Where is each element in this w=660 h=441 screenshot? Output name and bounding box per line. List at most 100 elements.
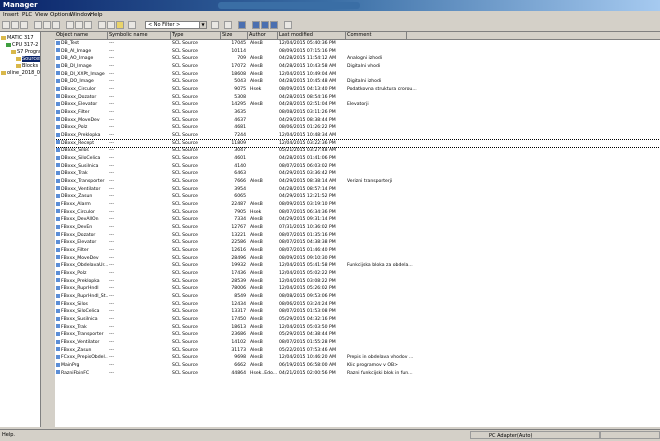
cell-text: AlesB	[250, 332, 263, 338]
table-row[interactable]: FBxxx_Elevator --- SCL Source 22586 AlesB 08/…	[55, 239, 660, 246]
table-row[interactable]: FBxxx_Transporter --- SCL Source 23686 AlesB…	[55, 331, 660, 338]
table-row[interactable]: RazniFbinFC --- SCL Source 44864 Hsek..Edo..…	[55, 370, 660, 377]
table-row[interactable]: DBxxx_Filter --- SCL Source 3635 08/08/2015 …	[55, 109, 660, 116]
offline-icon[interactable]	[84, 21, 92, 29]
project-tree[interactable]: MATIC 317CPU 317-2 PN/DPS7 ProgramSource…	[0, 32, 41, 427]
col-size[interactable]: Size	[221, 32, 248, 39]
table-row[interactable]: DBxxx_Circulor --- SCL Source 9075 Hsek 08/09…	[55, 86, 660, 93]
cell-text: SCL Source	[172, 171, 198, 177]
folder-icon[interactable]	[116, 21, 124, 29]
table-row[interactable]: DBxxx_Recept --- SCL Source 11809 12/04/2015…	[55, 138, 660, 148]
small-icons-icon[interactable]	[107, 21, 115, 29]
table-row[interactable]: DB_Test --- SCL Source 17045 AlesB 12/04/2015…	[55, 40, 660, 47]
download-icon[interactable]	[66, 21, 74, 29]
tree-node[interactable]: oline_2018_05_25	[1, 70, 40, 76]
table-row[interactable]: FBxxx_Susilnica --- SCL Source 17450 AlesB 05…	[55, 316, 660, 323]
tree-node[interactable]: CPU 317-2 PN/DP	[6, 42, 40, 48]
cell-text: AlesB	[250, 294, 263, 300]
online-icon[interactable]	[75, 21, 83, 29]
table-row[interactable]: DBxxx_MoveDev --- SCL Source 4637 04/29/2015…	[55, 117, 660, 124]
table-row[interactable]: DBxxx_Elevator --- SCL Source 14295 AlesB 04/…	[55, 101, 660, 108]
table-row[interactable]: FBxxx_Filter --- SCL Source 12616 AlesB 08/07…	[55, 247, 660, 254]
cell-last-modified: 05/21/2015 03:27:48 AM	[279, 147, 345, 154]
tree-node[interactable]: S7 Program	[11, 49, 40, 55]
cell-author: AlesB	[250, 270, 278, 277]
table-row[interactable]: FBxxx_RuprHndl_St... --- SCL Source 8549 Ale…	[55, 293, 660, 300]
cell-object-name: FBxxx_Zasun	[56, 347, 108, 354]
table-row[interactable]: DBxxx_Susilnica --- SCL Source 4140 08/07/20…	[55, 163, 660, 170]
cell-last-modified: 08/07/2015 01:55:28 PM	[279, 339, 345, 346]
table-row[interactable]: FBxxx_DevAllOn --- SCL Source 7334 AlesB 04/2…	[55, 216, 660, 223]
table-row[interactable]: FBxxx_ObdelavaUr... --- SCL Source 19932 Ale…	[55, 262, 660, 269]
cell-size: 11809	[222, 140, 246, 147]
col-object-name[interactable]: Object name	[55, 32, 108, 39]
filter-settings-icon[interactable]	[211, 21, 219, 29]
object-list[interactable]: Object name Symbolic name Type Size Auth…	[55, 32, 660, 427]
col-type[interactable]: Type	[171, 32, 221, 39]
table-row[interactable]: FBxxx_Alarm --- SCL Source 22487 AlesB 08/09/…	[55, 201, 660, 208]
table-row[interactable]: FCxxx_PrepisObdel... --- SCL Source 9698 Ale…	[55, 354, 660, 361]
copy-icon[interactable]	[43, 21, 51, 29]
table-row[interactable]: FBxxx_Ventilator --- SCL Source 14102 AlesB 0…	[55, 339, 660, 346]
simulation-icon[interactable]	[224, 21, 232, 29]
tile-vertical-icon[interactable]	[270, 21, 278, 29]
tree-node[interactable]: Blocks	[16, 63, 38, 69]
cell-size: 4681	[222, 124, 246, 131]
paste-icon[interactable]	[52, 21, 60, 29]
cell-text: FBxxx_DevAllOn	[61, 217, 99, 223]
table-row[interactable]: FBxxx_RuprHndl --- SCL Source 78006 AlesB 12/…	[55, 285, 660, 292]
menu-window[interactable]: Window	[70, 12, 92, 18]
cell-text: DBxxx_Recept	[61, 140, 95, 146]
tile-horizontal-icon[interactable]	[261, 21, 269, 29]
filter-select[interactable]: < No Filter > ▼	[145, 21, 207, 29]
col-last-modified[interactable]: Last modified	[278, 32, 346, 39]
cascade-icon[interactable]	[252, 21, 260, 29]
cell-text: DB_DI_XXPt_Image	[61, 71, 105, 77]
table-row[interactable]: FBxxx_Polz --- SCL Source 17436 AlesB 12/04/2…	[55, 270, 660, 277]
cell-symbolic-name: ---	[109, 255, 171, 262]
table-row[interactable]: DBxxx_Trak --- SCL Source 6463 04/29/2015 03…	[55, 170, 660, 177]
table-row[interactable]: FBxxx_Dozator --- SCL Source 13221 AlesB 08/0…	[55, 232, 660, 239]
table-row[interactable]: DBxxx_Silos --- SCL Source 3047 05/21/2015 0…	[55, 147, 660, 154]
list-view-icon[interactable]	[128, 21, 136, 29]
table-row[interactable]: FBxxx_Circulor --- SCL Source 7905 Hsek 08/07…	[55, 209, 660, 216]
table-row[interactable]: FBxxx_MoveDev --- SCL Source 28496 AlesB 08/0…	[55, 255, 660, 262]
table-row[interactable]: DBxxx_Dozator --- SCL Source 5308 04/28/2015…	[55, 94, 660, 101]
menu-help[interactable]: Help	[90, 12, 103, 18]
table-row[interactable]: DBxxx_Transporter --- SCL Source 7666 AlesB 0…	[55, 178, 660, 185]
table-row[interactable]: DBxxx_Ventilator --- SCL Source 3954 04/28/2…	[55, 186, 660, 193]
table-row[interactable]: DBxxx_SiloCelica --- SCL Source 4601 04/28/2…	[55, 155, 660, 162]
table-row[interactable]: FBxxx_DevEn --- SCL Source 12767 AlesB 07/31/…	[55, 224, 660, 231]
tree-node[interactable]: Sources	[16, 56, 40, 62]
table-row[interactable]: MainPrg --- SCL Source 6662 AlesB 06/19/2015 …	[55, 362, 660, 369]
chevron-down-icon[interactable]: ▼	[199, 22, 206, 28]
table-row[interactable]: DB_DO_Image --- SCL Source 5043 AlesB 04/28/2…	[55, 78, 660, 85]
col-author[interactable]: Author	[248, 32, 278, 39]
table-row[interactable]: DBxxx_Zasun --- SCL Source 6065 04/29/2015 1…	[55, 193, 660, 200]
table-row[interactable]: DB_AO_Image --- SCL Source 709 AlesB 04/28/20…	[55, 55, 660, 62]
cut-icon[interactable]	[34, 21, 42, 29]
new-icon[interactable]	[2, 21, 10, 29]
table-row[interactable]: FBxxx_Trak --- SCL Source 18613 AlesB 12/04/2…	[55, 324, 660, 331]
table-row[interactable]: DB_DI_XXPt_Image --- SCL Source 18608 AlesB 1…	[55, 71, 660, 78]
table-row[interactable]: DBxxx_Polz --- SCL Source 4681 08/06/2015 01…	[55, 124, 660, 131]
open-icon[interactable]	[11, 21, 19, 29]
table-row[interactable]: FBxxx_Zasun --- SCL Source 31173 AlesB 05/22/…	[55, 347, 660, 354]
tree-node[interactable]: MATIC 317	[1, 35, 34, 41]
table-row[interactable]: FBxxx_Preklopka --- SCL Source 28539 AlesB 12…	[55, 278, 660, 285]
table-row[interactable]: FBxxx_SiloCelica --- SCL Source 13317 AlesB 0…	[55, 308, 660, 315]
help-icon[interactable]	[284, 21, 292, 29]
col-symbolic-name[interactable]: Symbolic name	[108, 32, 171, 39]
save-icon[interactable]	[20, 21, 28, 29]
menu-options[interactable]: Options	[50, 12, 71, 18]
menu-insert[interactable]: Insert	[3, 12, 19, 18]
col-comment[interactable]: Comment	[346, 32, 407, 39]
table-row[interactable]: DB_AI_Image --- SCL Source 10114 08/09/2015 …	[55, 48, 660, 55]
table-row[interactable]: DBxxx_Preklopka --- SCL Source 7244 12/04/20…	[55, 132, 660, 139]
table-row[interactable]: DB_DI_Image --- SCL Source 17072 AlesB 04/28/…	[55, 63, 660, 70]
menu-view[interactable]: View	[35, 12, 48, 18]
large-icons-icon[interactable]	[98, 21, 106, 29]
network-view-icon[interactable]	[238, 21, 246, 29]
menu-plc[interactable]: PLC	[22, 12, 32, 18]
table-row[interactable]: FBxxx_Silos --- SCL Source 12434 AlesB 08/06/…	[55, 301, 660, 308]
